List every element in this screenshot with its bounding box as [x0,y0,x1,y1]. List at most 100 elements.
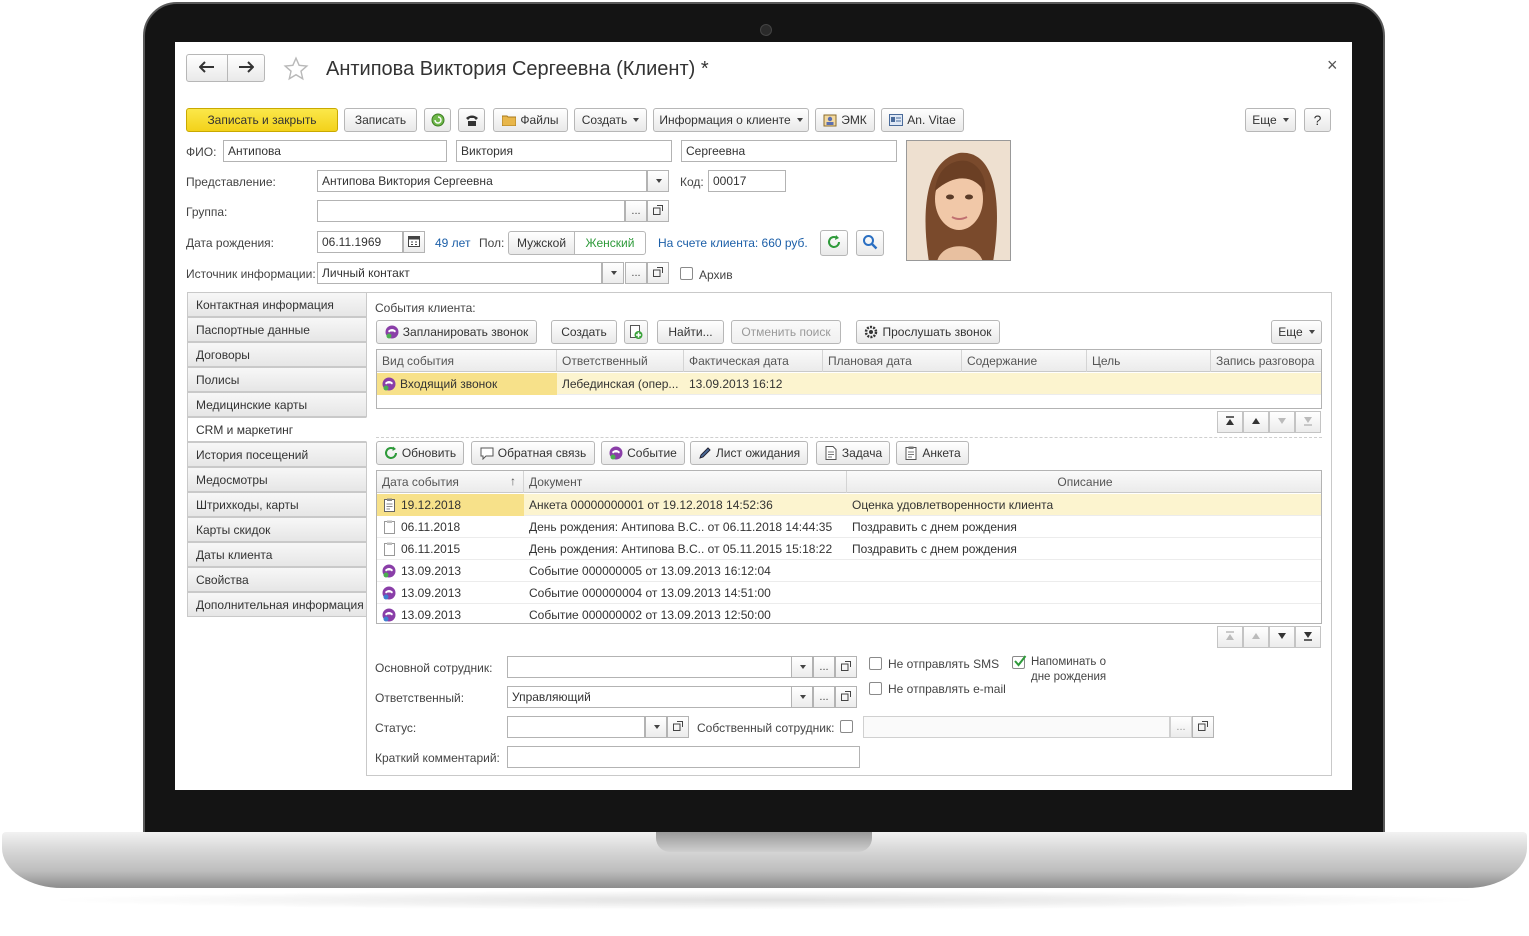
table-row[interactable]: 06.11.2018 День рождения: Антипова В.С..… [377,516,1321,538]
events-col-actual-date[interactable]: Фактическая дата [684,350,823,372]
events-create-button[interactable]: Создать [551,320,617,344]
own-employee-field[interactable] [863,716,1170,738]
own-employee-checkbox[interactable] [840,720,853,733]
events-col-type[interactable]: Вид события [377,350,557,372]
prev-page-button[interactable] [1243,411,1269,433]
files-button[interactable]: Файлы [493,108,568,132]
group-field[interactable] [317,200,625,222]
source-open-button[interactable] [647,262,669,284]
sex-female-button[interactable]: Женский [574,231,646,255]
own-employee-select-button[interactable]: ... [1170,716,1192,738]
sidebar-item-contracts[interactable]: Договоры [187,342,367,367]
sidebar-item-discount-cards[interactable]: Карты скидок [187,517,367,542]
help-button[interactable]: ? [1304,108,1331,132]
events-col-record[interactable]: Запись разговора [1211,350,1321,372]
comment-field[interactable] [507,746,860,768]
first-page-button[interactable] [1217,411,1243,433]
history-col-document[interactable]: Документ [524,471,847,493]
balance-link[interactable]: На счете клиента: 660 руб. [658,236,808,250]
feedback-button[interactable]: Обратная связь [471,441,595,465]
representation-field[interactable]: Антипова Виктория Сергеевна [317,170,647,192]
next-page-button[interactable] [1269,411,1295,433]
code-field[interactable]: 00017 [708,170,786,192]
plan-call-button[interactable]: Запланировать звонок [376,320,537,344]
save-and-close-button[interactable]: Записать и закрыть [186,108,338,132]
table-row[interactable]: 13.09.2013 Событие 000000002 от 13.09.20… [377,604,1321,623]
calendar-button[interactable] [403,231,425,253]
representation-dropdown[interactable] [647,170,669,192]
waitlist-button[interactable]: Лист ожидания [690,441,808,465]
create-dropdown-button[interactable]: Создать [574,108,647,132]
save-button[interactable]: Записать [344,108,417,132]
main-employee-field[interactable] [507,656,792,678]
client-info-dropdown-button[interactable]: Информация о клиенте [653,108,809,132]
sidebar-item-visit-history[interactable]: История посещений [187,442,367,467]
table-row[interactable]: Входящий звонок Лебединская (опер... 13.… [377,373,1321,395]
sidebar-item-properties[interactable]: Свойства [187,567,367,592]
sidebar-item-policies[interactable]: Полисы [187,367,367,392]
birthday-reminder-checkbox[interactable] [1012,655,1027,669]
cancel-search-button[interactable]: Отменить поиск [731,320,841,344]
history-refresh-button[interactable]: Обновить [376,441,464,465]
sidebar-item-crm[interactable]: CRM и маркетинг [187,417,367,442]
forward-button[interactable] [227,54,265,82]
events-col-planned-date[interactable]: Плановая дата [823,350,962,372]
archive-checkbox[interactable] [680,267,693,280]
last-name-field[interactable]: Антипова [223,140,447,162]
main-employee-select-button[interactable]: ... [813,656,835,678]
first-name-field[interactable]: Виктория [456,140,672,162]
source-select-button[interactable]: ... [625,262,647,284]
no-email-checkbox[interactable] [869,682,882,695]
history-col-description[interactable]: Описание [847,471,1321,493]
responsible-select-button[interactable]: ... [813,686,835,708]
events-more-button[interactable]: Еще [1271,320,1322,344]
close-button[interactable]: × [1327,55,1338,76]
responsible-field[interactable]: Управляющий [507,686,792,708]
sidebar-item-barcodes[interactable]: Штрихкоды, карты [187,492,367,517]
own-employee-open-button[interactable] [1192,716,1214,738]
emk-button[interactable]: ЭМК [815,108,875,132]
table-row[interactable]: 13.09.2013 Событие 000000005 от 13.09.20… [377,560,1321,582]
birth-date-field[interactable]: 06.11.1969 [317,231,403,253]
main-employee-open-button[interactable] [835,656,857,678]
history-col-date[interactable]: Дата события ↑ [377,471,524,493]
sidebar-item-passport[interactable]: Паспортные данные [187,317,367,342]
responsible-dropdown[interactable] [791,686,813,708]
first-page-button[interactable] [1217,626,1243,648]
favorite-star-icon[interactable] [283,56,309,85]
next-page-button[interactable] [1269,626,1295,648]
last-page-button[interactable] [1295,626,1321,648]
responsible-open-button[interactable] [835,686,857,708]
task-button[interactable]: Задача [816,441,890,465]
an-vitae-button[interactable]: An. Vitae [881,108,964,132]
status-field[interactable] [507,716,645,738]
history-event-button[interactable]: Событие [601,441,685,465]
group-open-button[interactable] [647,200,669,222]
source-dropdown[interactable] [602,262,624,284]
events-col-goal[interactable]: Цель [1087,350,1211,372]
sidebar-item-medical-cards[interactable]: Медицинские карты [187,392,367,417]
last-page-button[interactable] [1295,411,1321,433]
sidebar-item-contact-info[interactable]: Контактная информация [187,292,367,317]
back-button[interactable] [186,54,228,82]
refresh-status-button[interactable] [424,108,451,132]
sex-male-button[interactable]: Мужской [508,231,575,255]
status-dropdown[interactable] [645,716,667,738]
table-row[interactable]: 19.12.2018 Анкета 00000000001 от 19.12.2… [377,494,1321,516]
events-col-responsible[interactable]: Ответственный [557,350,684,372]
survey-button[interactable]: Анкета [896,441,969,465]
sidebar-item-client-dates[interactable]: Даты клиента [187,542,367,567]
events-find-button[interactable]: Найти... [657,320,724,344]
events-col-content[interactable]: Содержание [962,350,1087,372]
main-employee-dropdown[interactable] [791,656,813,678]
no-sms-checkbox[interactable] [869,657,882,670]
sidebar-item-checkups[interactable]: Медосмотры [187,467,367,492]
prev-page-button[interactable] [1243,626,1269,648]
middle-name-field[interactable]: Сергеевна [681,140,897,162]
refresh-balance-button[interactable] [820,230,848,256]
table-row[interactable]: 13.09.2013 Событие 000000004 от 13.09.20… [377,582,1321,604]
sidebar-item-additional[interactable]: Дополнительная информация [187,592,367,617]
search-balance-button[interactable] [856,230,884,256]
source-field[interactable]: Личный контакт [317,262,602,284]
events-add-button[interactable] [624,320,648,344]
